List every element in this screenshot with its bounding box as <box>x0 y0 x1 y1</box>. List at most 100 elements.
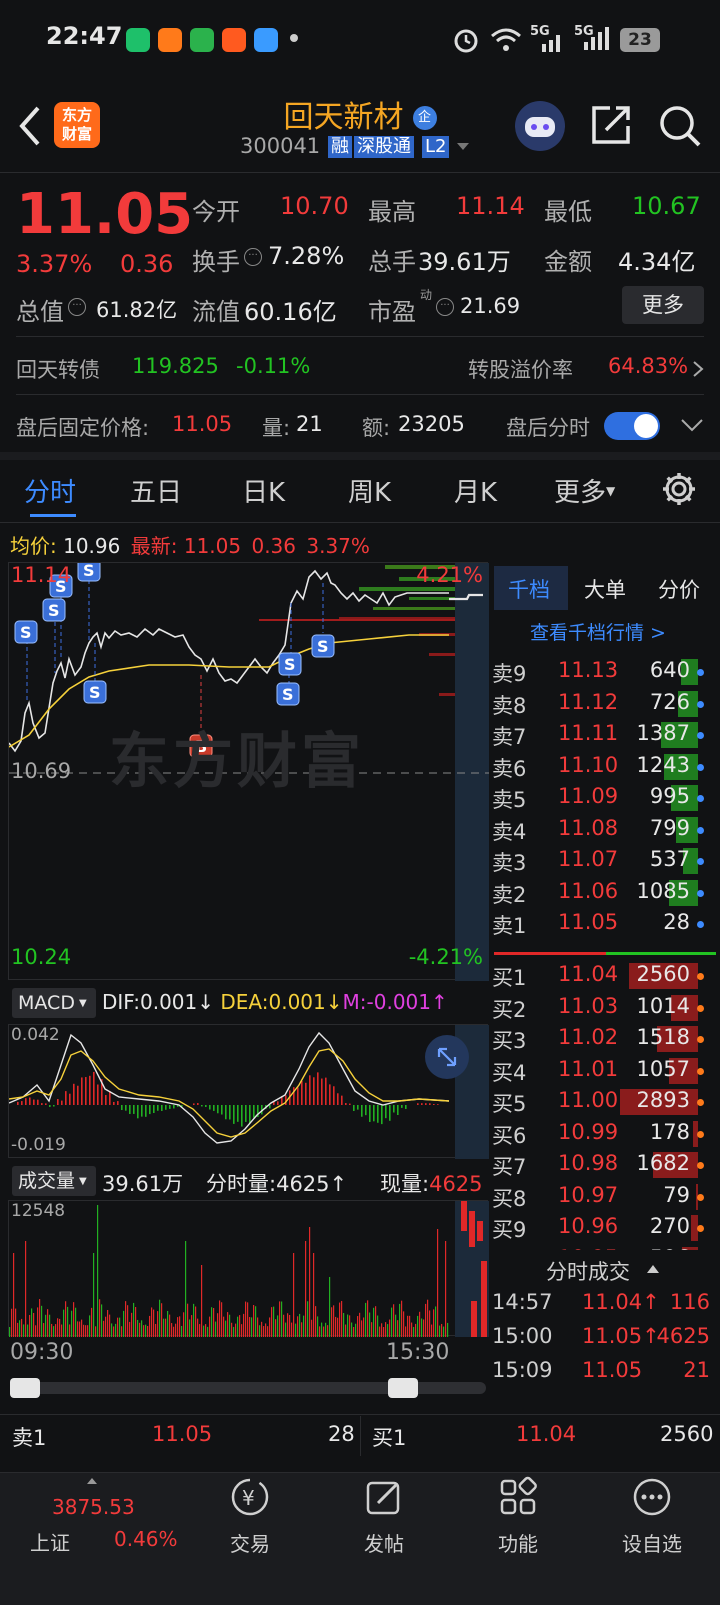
macd-bar <box>161 1105 163 1111</box>
share-icon[interactable] <box>590 104 632 146</box>
scrollbar-handle-right[interactable] <box>388 1378 418 1398</box>
macd-bar <box>381 1105 383 1125</box>
scrollbar-handle-left[interactable] <box>10 1378 40 1398</box>
volume-bar <box>99 1299 101 1337</box>
volume-bar <box>155 1323 157 1337</box>
sell-level-label: 卖2 <box>492 882 527 907</box>
buy-row[interactable]: 买5 11.00 2893 <box>492 1086 718 1118</box>
sell-row[interactable]: 卖4 11.08 799 <box>492 814 718 846</box>
tab-price-distribution[interactable]: 分价 <box>658 574 700 604</box>
macd-bar <box>405 1105 407 1109</box>
buy-row[interactable]: 买6 10.99 178 <box>492 1118 718 1150</box>
svg-text:S: S <box>89 683 101 702</box>
sell-row[interactable]: 卖2 11.06 1085 <box>492 877 718 909</box>
settings-gear-icon[interactable] <box>660 470 698 508</box>
intraday-chart[interactable]: S S S S S S S S B 东方财富 11.14 4.21% 10.69… <box>8 562 489 981</box>
caret-up-icon[interactable] <box>86 1477 98 1485</box>
buy-volume: 178 <box>649 1119 690 1144</box>
sell-row[interactable]: 卖6 11.10 1243 <box>492 751 718 783</box>
change-percent: 3.37% <box>16 250 93 278</box>
view-depth-link[interactable]: 查看千档行情 > <box>530 618 666 645</box>
buy-row[interactable]: 买1 11.04 2560 <box>492 960 718 992</box>
tab-weekly-k[interactable]: 周K <box>348 472 391 509</box>
bottom-nav: 3875.53 上证 0.46% ¥ 交易 发帖 功能 设自选 <box>0 1472 720 1605</box>
chevron-down-icon[interactable] <box>456 142 470 152</box>
macd-bar <box>333 1086 335 1105</box>
buy-row[interactable]: 买7 10.98 1682 <box>492 1149 718 1181</box>
info-icon[interactable]: ··· <box>436 298 454 316</box>
buy-price: 11.04 <box>558 962 619 986</box>
macd-selector[interactable]: MACD ▼ <box>12 988 96 1018</box>
market-cap-label: 总值 <box>16 298 64 326</box>
volume-bar <box>109 1314 111 1337</box>
robot-assistant-icon[interactable] <box>514 100 566 152</box>
volume-bar <box>363 1317 365 1337</box>
sell-row[interactable]: 卖9 11.13 640 <box>492 656 718 688</box>
buy-indicator-dot <box>697 1162 704 1169</box>
nav-functions[interactable]: 功能 <box>458 1475 578 1557</box>
nav-trade[interactable]: ¥ 交易 <box>190 1475 310 1557</box>
chevron-right-icon[interactable] <box>692 360 704 378</box>
sell-indicator-dot <box>697 889 704 897</box>
buy-row[interactable]: 买9 10.96 270 <box>492 1212 718 1244</box>
info-icon[interactable]: ··· <box>68 298 86 316</box>
macd-bar <box>105 1095 107 1105</box>
after-hours-toggle[interactable] <box>604 412 660 440</box>
sell-row[interactable]: 卖5 11.09 995 <box>492 782 718 814</box>
volume-bar <box>129 1321 131 1337</box>
buy-row[interactable]: 买4 11.01 1057 <box>492 1055 718 1087</box>
stock-name[interactable]: 回天新材 <box>283 100 403 135</box>
tab-depth[interactable]: 千档 <box>508 574 550 604</box>
search-icon[interactable] <box>658 104 702 148</box>
volume-chart[interactable]: 12548 <box>8 1200 489 1337</box>
bond-name[interactable]: 回天转债 <box>16 354 100 384</box>
index-value[interactable]: 3875.53 <box>52 1495 135 1519</box>
sell-row[interactable]: 卖3 11.07 537 <box>492 845 718 877</box>
sell-volume: 640 <box>649 658 690 682</box>
volume-bar <box>11 1308 13 1337</box>
buy-row[interactable]: 买2 11.03 1014 <box>492 992 718 1024</box>
tab-more[interactable]: 更多▼ <box>554 472 615 509</box>
nav-post[interactable]: 发帖 <box>324 1475 444 1557</box>
nav-add-watchlist[interactable]: 设自选 <box>592 1475 712 1557</box>
volume-selector[interactable]: 成交量 ▼ <box>12 1166 96 1196</box>
macd-bar <box>345 1103 347 1105</box>
volume-bar <box>297 1316 299 1337</box>
macd-bar <box>41 1103 43 1105</box>
macd-chart[interactable]: 0.042 -0.019 <box>8 1024 489 1159</box>
tab-intraday[interactable]: 分时 <box>24 472 76 509</box>
tab-large-orders[interactable]: 大单 <box>584 574 626 604</box>
macd-bar <box>165 1105 167 1110</box>
volume-bar <box>303 1315 305 1337</box>
macd-bar <box>153 1105 155 1113</box>
tab-monthly-k[interactable]: 月K <box>454 472 497 509</box>
expand-chart-button[interactable] <box>425 1035 469 1079</box>
volume-bar <box>261 1321 263 1337</box>
macd-bar <box>301 1081 303 1105</box>
volume-bar <box>233 1326 235 1337</box>
buy-row[interactable]: 买8 10.97 79 <box>492 1181 718 1213</box>
sell-row[interactable]: 卖7 11.11 1387 <box>492 719 718 751</box>
buy-level-label: 买7 <box>492 1155 527 1179</box>
sell-row[interactable]: 卖1 11.05 28 <box>492 908 718 940</box>
tab-daily-k[interactable]: 日K <box>242 472 285 509</box>
after-hours-toggle-label: 盘后分时 <box>506 416 590 440</box>
volume-bar <box>85 1325 87 1337</box>
buy-volume: 2560 <box>636 962 690 986</box>
volume-bar <box>37 1307 39 1337</box>
index-name[interactable]: 上证 <box>30 1527 70 1556</box>
trades-header[interactable]: 分时成交 <box>492 1250 720 1294</box>
info-icon[interactable]: ··· <box>244 248 262 266</box>
stock-code: 300041 <box>240 134 321 158</box>
chart-scrollbar[interactable] <box>10 1378 486 1398</box>
macd-axis-bottom: -0.019 <box>11 1135 66 1155</box>
tab-five-day[interactable]: 五日 <box>130 472 182 509</box>
volume-bar <box>331 1307 333 1337</box>
high-value: 11.14 <box>456 192 525 220</box>
buy-row[interactable]: 买3 11.02 1518 <box>492 1023 718 1055</box>
avg-price-line: 均价: 10.96 最新: 11.05 0.36 3.37% <box>10 530 370 559</box>
chevron-down-icon[interactable] <box>680 418 704 434</box>
macd-bar <box>169 1105 171 1109</box>
sell-row[interactable]: 卖8 11.12 726 <box>492 688 718 720</box>
more-button[interactable]: 更多 <box>622 286 704 324</box>
